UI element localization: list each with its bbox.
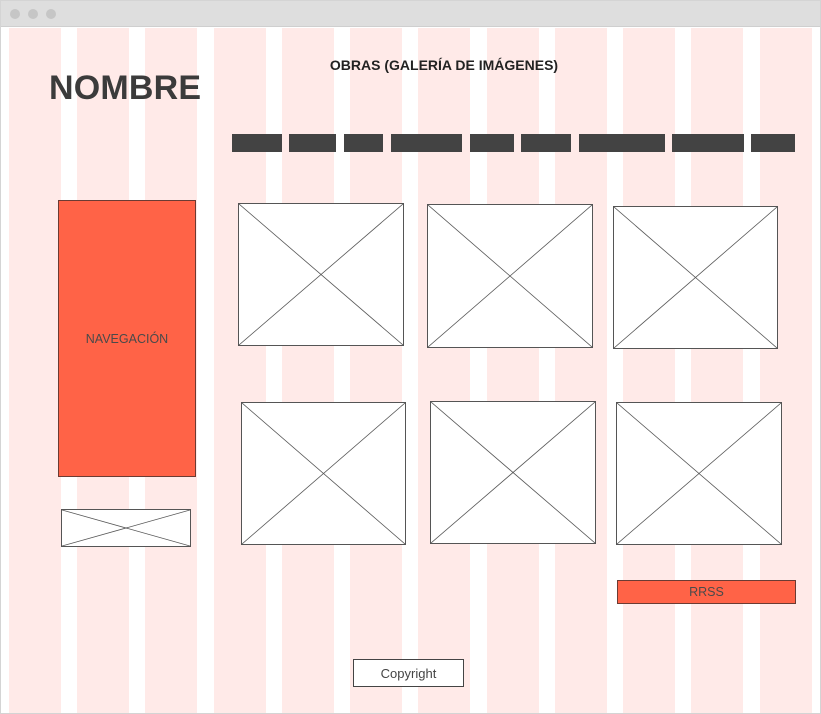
close-dot[interactable] [10, 9, 20, 19]
window-titlebar [1, 1, 820, 27]
menu-item[interactable] [672, 134, 744, 152]
grid-column [282, 28, 334, 713]
copyright-footer: Copyright [353, 659, 464, 687]
image-placeholder-icon [428, 205, 592, 347]
gallery-image[interactable] [241, 402, 406, 545]
gallery-image[interactable] [430, 401, 596, 544]
grid-column [555, 28, 607, 713]
menu-item[interactable] [289, 134, 336, 152]
gallery-image[interactable] [238, 203, 404, 346]
grid-column [623, 28, 675, 713]
section-title: OBRAS (GALERÍA DE IMÁGENES) [329, 57, 559, 73]
image-placeholder-icon [614, 207, 777, 348]
copyright-label: Copyright [380, 665, 437, 681]
site-title: NOMBRE [49, 69, 202, 107]
image-placeholder-icon [242, 403, 405, 544]
navigation-label: NAVEGACIÓN [85, 331, 169, 346]
browser-window: NOMBRE OBRAS (GALERÍA DE IMÁGENES) NAVEG… [0, 0, 821, 714]
maximize-dot[interactable] [46, 9, 56, 19]
menu-item[interactable] [391, 134, 462, 152]
sidebar-image-placeholder [61, 509, 191, 547]
navigation-panel[interactable]: NAVEGACIÓN [58, 200, 196, 477]
menu-item[interactable] [470, 134, 514, 152]
image-placeholder-icon [239, 204, 403, 345]
social-links-label: RRSS [689, 585, 724, 599]
gallery-image[interactable] [427, 204, 593, 348]
image-placeholder-icon [62, 510, 190, 546]
grid-column [418, 28, 470, 713]
minimize-dot[interactable] [28, 9, 38, 19]
image-placeholder-icon [617, 403, 781, 544]
menu-item[interactable] [521, 134, 571, 152]
grid-column [691, 28, 743, 713]
image-placeholder-icon [431, 402, 595, 543]
menu-item[interactable] [579, 134, 665, 152]
grid-column [760, 28, 812, 713]
social-links-button[interactable]: RRSS [617, 580, 796, 604]
menu-item[interactable] [232, 134, 282, 152]
grid-column [487, 28, 539, 713]
menu-item[interactable] [751, 134, 795, 152]
gallery-image[interactable] [616, 402, 782, 545]
grid-column [214, 28, 266, 713]
grid-column [9, 28, 61, 713]
grid-column [350, 28, 402, 713]
menu-item[interactable] [344, 134, 383, 152]
gallery-image[interactable] [613, 206, 778, 349]
